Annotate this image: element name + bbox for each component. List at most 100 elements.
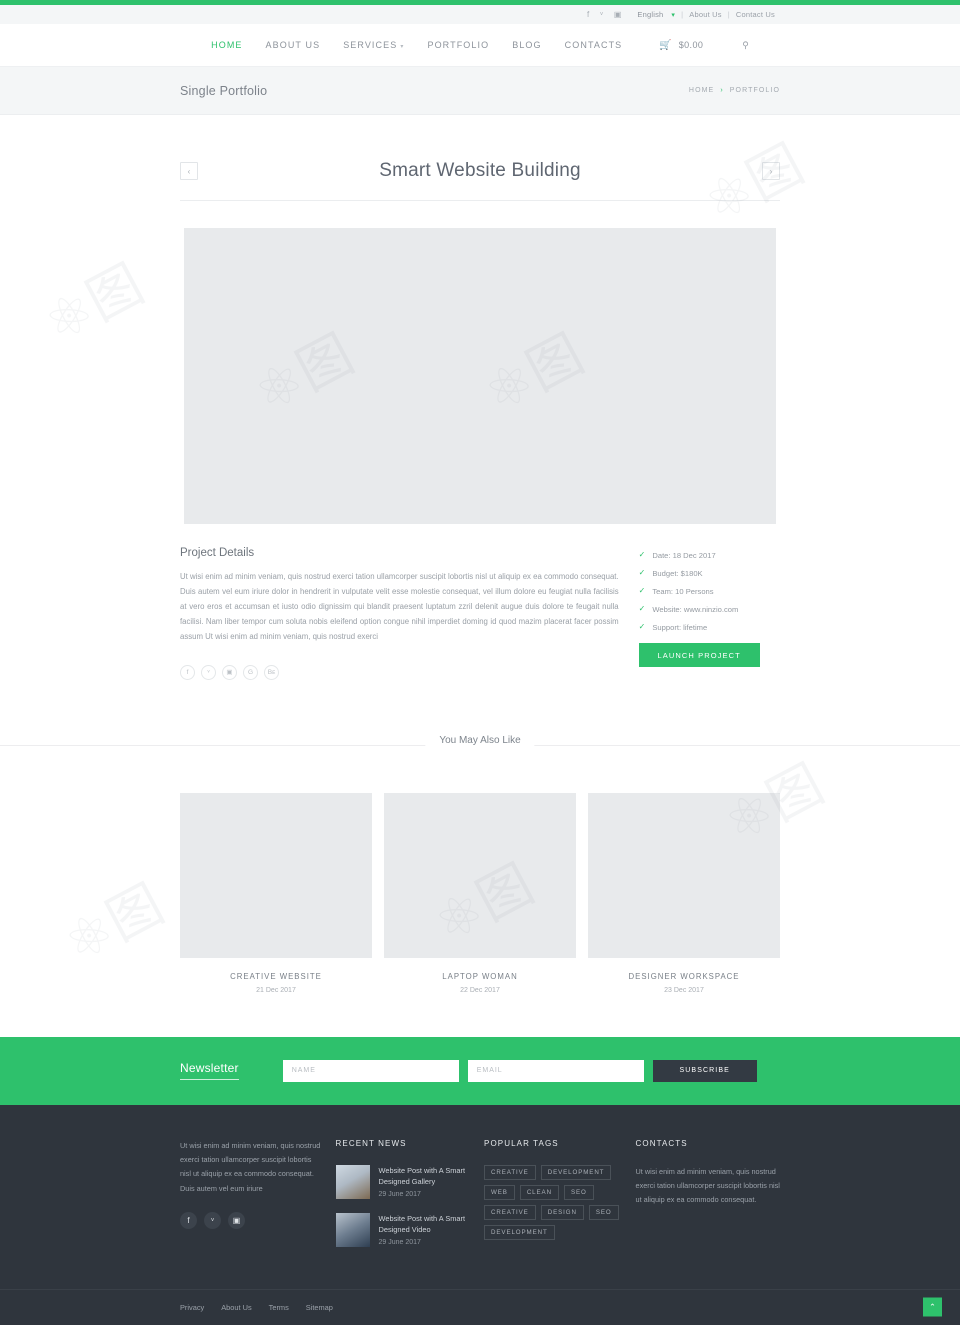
meta-item-label: Website: www.ninzio.com bbox=[652, 605, 739, 614]
tag-item[interactable]: DEVELOPMENT bbox=[484, 1224, 555, 1240]
tag-item[interactable]: WEB bbox=[484, 1184, 515, 1200]
tag-item[interactable]: DEVELOPMENT bbox=[540, 1164, 612, 1180]
project-details-heading: Project Details bbox=[180, 547, 255, 559]
list-item[interactable]: CREATIVE WEBSITE 21 Dec 2017 bbox=[180, 792, 372, 994]
list-item[interactable]: LAPTOP WOMAN 22 Dec 2017 bbox=[384, 792, 576, 994]
instagram-icon[interactable]: ▣ bbox=[614, 10, 622, 19]
nav-item-contacts[interactable]: CONTACTS bbox=[565, 40, 623, 50]
tag-item[interactable]: CREATIVE bbox=[484, 1204, 536, 1220]
facebook-share-icon[interactable]: f bbox=[180, 664, 195, 680]
newsletter-bar: Newsletter SUBSCRIBE bbox=[0, 1036, 960, 1105]
footer-contacts-column: CONTACTS Ut wisi enim ad minim veniam, q… bbox=[636, 1139, 780, 1261]
watermark: ⚛图 bbox=[33, 252, 154, 356]
facebook-icon[interactable]: f bbox=[180, 1211, 197, 1229]
project-details-text-column: Project Details Ut wisi enim ad minim ve… bbox=[180, 547, 619, 680]
related-date: 22 Dec 2017 bbox=[460, 986, 500, 994]
news-date: 29 June 2017 bbox=[378, 1238, 421, 1246]
list-item[interactable]: Website Post with A Smart Designed Galle… bbox=[335, 1164, 471, 1199]
page-title: Single Portfolio bbox=[180, 83, 268, 98]
footer-link-terms[interactable]: Terms bbox=[269, 1303, 289, 1312]
instagram-icon[interactable]: ▣ bbox=[228, 1211, 245, 1229]
topbar-link-contact-us[interactable]: Contact Us bbox=[736, 10, 775, 19]
footer-link-about-us[interactable]: About Us bbox=[221, 1303, 251, 1312]
news-thumbnail[interactable] bbox=[335, 1212, 370, 1247]
twitter-share-icon[interactable]: ᵛ bbox=[201, 664, 216, 680]
topbar-link-about-us[interactable]: About Us bbox=[689, 10, 721, 19]
meta-item-label: Support: lifetime bbox=[652, 623, 708, 632]
footer-about-text: Ut wisi enim ad minim veniam, quis nostr… bbox=[180, 1140, 321, 1193]
launch-project-button[interactable]: LAUNCH PROJECT bbox=[638, 643, 760, 667]
cart-icon: 🛒 bbox=[659, 39, 672, 51]
instagram-share-icon[interactable]: ▣ bbox=[222, 664, 237, 680]
cart-widget[interactable]: 🛒 $0.00 bbox=[659, 40, 703, 51]
related-thumbnail[interactable] bbox=[588, 792, 780, 958]
subscribe-button[interactable]: SUBSCRIBE bbox=[652, 1059, 757, 1082]
footer: Ut wisi enim ad minim veniam, quis nostr… bbox=[0, 1104, 960, 1325]
news-title[interactable]: Website Post with A Smart Designed Galle… bbox=[379, 1165, 471, 1188]
tag-item[interactable]: SEO bbox=[588, 1204, 619, 1220]
meta-item-budget: ✓ Budget: $180K bbox=[639, 569, 780, 579]
nav-item-home[interactable]: HOME bbox=[211, 40, 242, 50]
nav-item-portfolio[interactable]: PORTFOLIO bbox=[427, 40, 489, 50]
check-icon: ✓ bbox=[638, 586, 646, 595]
footer-bottom-bar: Privacy About Us Terms Sitemap ⌃ bbox=[0, 1288, 960, 1325]
twitter-icon[interactable]: ᵛ bbox=[204, 1211, 221, 1229]
footer-link-privacy[interactable]: Privacy bbox=[180, 1303, 204, 1312]
meta-item-label: Team: 10 Persons bbox=[652, 587, 714, 596]
list-item[interactable]: DESIGNER WORKSPACE 23 Dec 2017 bbox=[588, 792, 780, 994]
related-title[interactable]: CREATIVE WEBSITE bbox=[180, 972, 372, 981]
newsletter-title: Newsletter bbox=[180, 1061, 239, 1081]
related-thumbnail[interactable] bbox=[384, 792, 576, 958]
tag-item[interactable]: DESIGN bbox=[540, 1204, 584, 1220]
main-navbar: HOME ABOUT US SERVICES ▾ PORTFOLIO BLOG C… bbox=[0, 24, 960, 67]
separator: | bbox=[727, 10, 730, 19]
footer-about-column: Ut wisi enim ad minim veniam, quis nostr… bbox=[180, 1139, 322, 1261]
top-bar: f ᵛ ▣ English ▾ | About Us | Contact Us bbox=[0, 5, 960, 24]
nav-item-about-us[interactable]: ABOUT US bbox=[266, 40, 321, 50]
portfolio-title: Smart Website Building bbox=[379, 160, 581, 181]
news-title[interactable]: Website Post with A Smart Designed Video bbox=[379, 1213, 471, 1236]
newsletter-name-input[interactable] bbox=[282, 1059, 459, 1082]
google-plus-share-icon[interactable]: G bbox=[243, 664, 258, 680]
news-thumbnail[interactable] bbox=[335, 1164, 370, 1199]
nav-item-blog[interactable]: BLOG bbox=[512, 40, 541, 50]
footer-link-sitemap[interactable]: Sitemap bbox=[306, 1303, 333, 1312]
meta-item-date: ✓ Date: 18 Dec 2017 bbox=[639, 551, 780, 561]
check-icon: ✓ bbox=[638, 604, 646, 613]
check-icon: ✓ bbox=[638, 622, 646, 631]
nav-item-services[interactable]: SERVICES ▾ bbox=[343, 40, 404, 50]
meta-item-team: ✓ Team: 10 Persons bbox=[638, 586, 780, 597]
related-thumbnail[interactable] bbox=[180, 792, 372, 958]
footer-popular-tags-column: POPULAR TAGS CREATIVE DEVELOPMENT WEB CL… bbox=[484, 1139, 624, 1261]
prev-project-button[interactable]: ‹ bbox=[180, 162, 198, 180]
newsletter-email-input[interactable] bbox=[467, 1059, 644, 1082]
separator: | bbox=[681, 10, 684, 19]
list-item[interactable]: Website Post with A Smart Designed Video… bbox=[335, 1212, 471, 1247]
footer-popular-tags-heading: POPULAR TAGS bbox=[484, 1138, 559, 1148]
next-project-button[interactable]: › bbox=[762, 162, 780, 180]
watermark: ⚛图 bbox=[53, 872, 174, 976]
breadcrumb-band: Single Portfolio HOME › PORTFOLIO bbox=[0, 67, 960, 115]
tag-item[interactable]: CLEAN bbox=[519, 1184, 559, 1200]
main-menu: HOME ABOUT US SERVICES ▾ PORTFOLIO BLOG C… bbox=[211, 40, 749, 51]
behance-share-icon[interactable]: Bᴇ bbox=[264, 664, 279, 680]
portfolio-header: ‹ Smart Website Building › bbox=[180, 115, 780, 182]
twitter-icon[interactable]: ᵛ bbox=[600, 10, 603, 19]
footer-contacts-text: Ut wisi enim ad minim veniam, quis nostr… bbox=[635, 1166, 780, 1205]
breadcrumb-item-home[interactable]: HOME bbox=[689, 87, 714, 94]
back-to-top-button[interactable]: ⌃ bbox=[923, 1297, 942, 1317]
chevron-down-icon[interactable]: ▾ bbox=[671, 11, 675, 19]
chevron-right-icon: › bbox=[720, 87, 724, 94]
tag-item[interactable]: CREATIVE bbox=[484, 1164, 536, 1180]
related-title[interactable]: LAPTOP WOMAN bbox=[384, 972, 576, 981]
related-title[interactable]: DESIGNER WORKSPACE bbox=[588, 972, 780, 981]
share-icons-row: f ᵛ ▣ G Bᴇ bbox=[180, 664, 619, 680]
facebook-icon[interactable]: f bbox=[587, 10, 589, 19]
search-icon[interactable]: ⚲ bbox=[742, 40, 749, 51]
tag-item[interactable]: SEO bbox=[563, 1184, 594, 1200]
chevron-down-icon: ▾ bbox=[400, 44, 405, 50]
related-date: 21 Dec 2017 bbox=[256, 986, 296, 994]
footer-recent-news-heading: RECENT NEWS bbox=[335, 1138, 407, 1148]
breadcrumb-item-portfolio[interactable]: PORTFOLIO bbox=[730, 87, 780, 94]
language-selector[interactable]: English bbox=[637, 10, 663, 19]
